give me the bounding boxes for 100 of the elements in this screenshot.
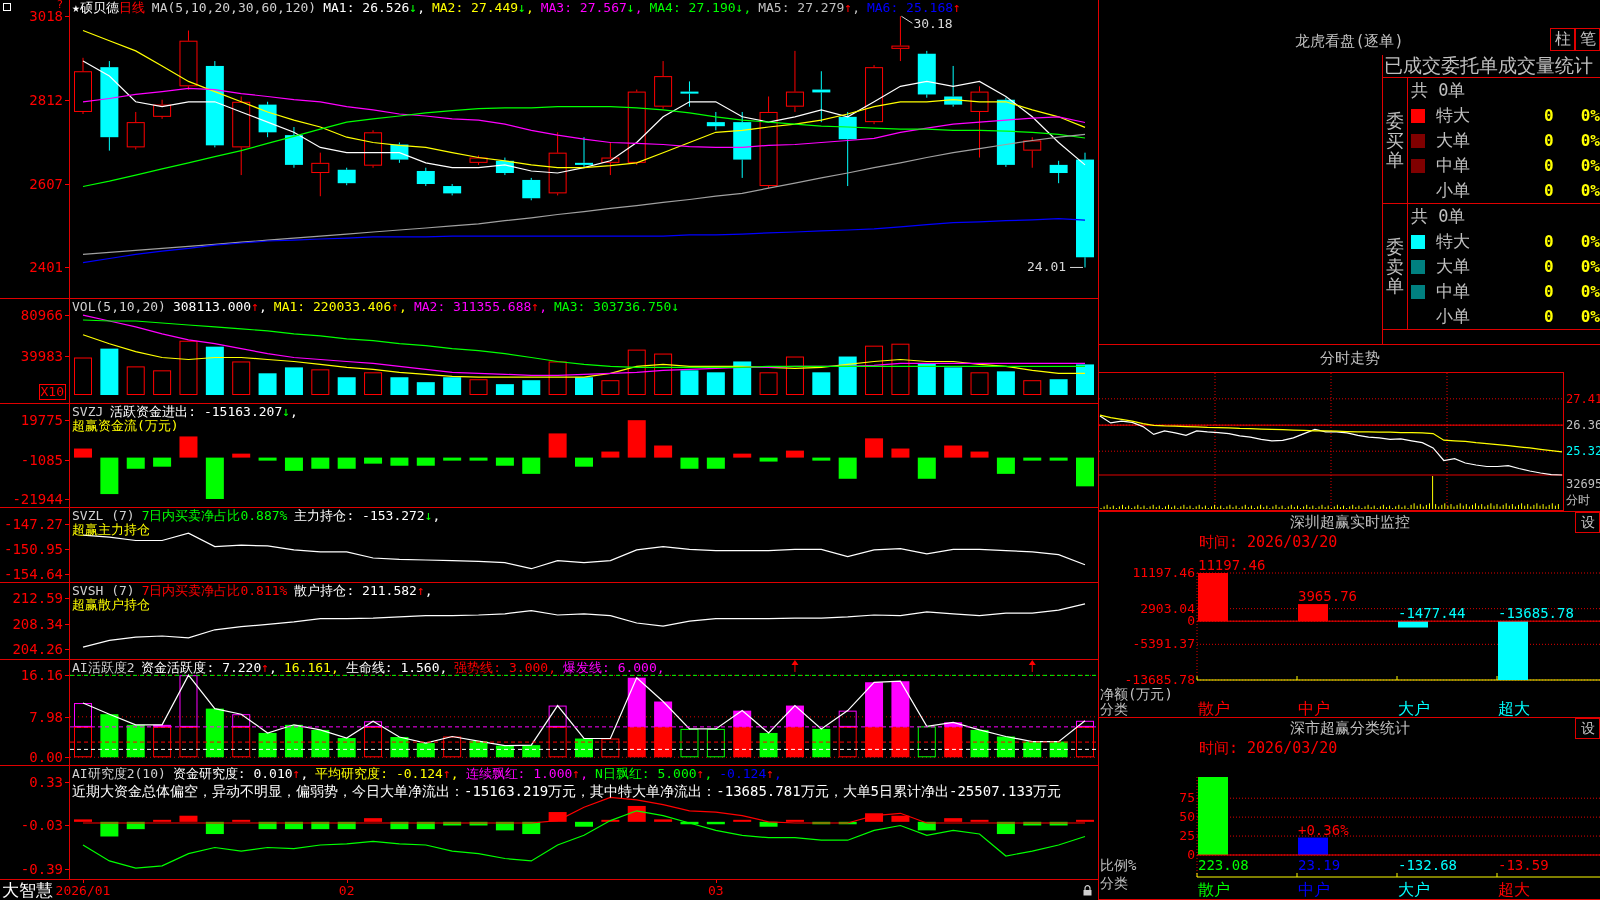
indicator-name: AI研究度2(10) (72, 766, 166, 781)
indicator-value: MA6: 25.168↑ (866, 0, 961, 15)
panel-title: 分时走势 (1318, 348, 1381, 369)
order-count: 0 (1544, 282, 1554, 301)
axis-tick-label: -0.03 (20, 818, 63, 833)
axis-tick-label: 3018 (29, 9, 63, 24)
indicator-value: MA5: 27.279↑, (758, 0, 860, 15)
order-total: 共 0单 (1411, 79, 1466, 102)
category-label: 大户 (1398, 701, 1430, 717)
summary-text: 近期大资金总体偏空，异动不明显，偏弱势，今日大单净流出：-15163.219万元，其中特大单净流出：-13685.781万元，大单5日累计净出-25507.133万元 (72, 782, 1062, 800)
indicator-value: MA3: 27.567↓, (540, 0, 643, 15)
brand-name: 大智慧 (2, 880, 53, 900)
axis-tick-label: 212.59 (12, 590, 63, 605)
stats-title: 已成交委托单成交量统计 (1383, 55, 1600, 78)
value-label: -13.59 (1498, 858, 1549, 872)
indicator-value: 资金活跃度: 7.220↑, (141, 660, 277, 675)
order-share: 0% (1580, 181, 1600, 200)
indicator-value: 平均研究度: -0.124↑, (315, 766, 459, 781)
axis-tick-label: -21944 (12, 492, 63, 507)
axis-tick-label: 208.34 (12, 617, 63, 631)
indicator-name: AI活跃度2 (72, 660, 135, 675)
axis-tick-label: -154.64 (4, 566, 63, 581)
order-size-label: 中单 (1436, 154, 1471, 177)
indicator-value: 7日内买卖净占比0.811% (141, 583, 288, 598)
y-axis-title: 净额(万元) (1100, 687, 1173, 701)
order-count: 0 (1544, 131, 1554, 150)
category-label: 超大 (1498, 882, 1530, 898)
panel-title: 龙虎看盘(逐单) (1295, 31, 1404, 51)
order-size-label: 中单 (1436, 280, 1471, 303)
value-label: 23.19 (1298, 858, 1341, 872)
date-label: 03 (708, 883, 724, 899)
indicator-subtitle: 超赢散户持仓 (72, 598, 150, 612)
indicator-subtitle: 超赢资金流(万元) (72, 419, 179, 433)
date-label: 02 (338, 883, 355, 899)
indicator-value: 资金研究度: 0.010↑, (172, 766, 309, 781)
order-share: 0% (1580, 257, 1600, 276)
indicator-value: 主力持仓: -153.272↓, (294, 508, 441, 523)
low-price-label: 24.01 (1027, 260, 1067, 275)
indicator-value: 生命线: 1.560, (345, 660, 448, 675)
axis-tick-label: -13685.78 (1124, 674, 1195, 686)
category-label: 超大 (1498, 701, 1530, 717)
indicator-value: 爆发线: 6.000, (563, 660, 665, 675)
stock-name: ★硕贝德 (72, 0, 119, 15)
high-price-label: 30.18 (913, 17, 953, 32)
change-label: +0.36% (1298, 822, 1349, 837)
indicator-value: 散户持仓: 211.582↑, (294, 583, 433, 598)
indicator-value: MA3: 303736.750↓ (554, 299, 680, 314)
order-count: 0 (1544, 257, 1554, 276)
order-count: 0 (1544, 181, 1554, 200)
value-label: 3965.76 (1298, 589, 1357, 604)
order-share: 0% (1580, 131, 1600, 150)
volume-unit: 分时 (1566, 492, 1591, 508)
indicator-value: MA1: 26.526↓, (323, 0, 425, 15)
order-size-label: 特大 (1436, 104, 1471, 127)
value-label: 11197.46 (1198, 558, 1266, 572)
order-size-label: 小单 (1436, 179, 1471, 202)
order-share: 0% (1580, 106, 1600, 125)
panel-title: 深市超赢分类统计 (1289, 719, 1410, 738)
indicator-value: MA1: 220033.406↑, (273, 299, 407, 314)
axis-tick-label: 204.26 (12, 642, 63, 657)
time-label: 时间: 2026/03/20 (1198, 739, 1339, 757)
axis-tick-label: 19775 (20, 413, 63, 428)
axis-tick-label: 2401 (29, 260, 63, 275)
category-label: 大户 (1398, 882, 1430, 898)
panel-title: 深圳超赢实时监控 (1289, 513, 1410, 532)
group-label: 委买单 (1386, 110, 1404, 171)
order-size-label: 特大 (1436, 230, 1471, 253)
axis-tick-label: 2903.04 (1140, 602, 1195, 615)
axis-tick-label: 75 (1179, 792, 1195, 805)
group-label: 委卖单 (1386, 236, 1404, 297)
scale-label: X10 (38, 384, 66, 400)
order-share: 0% (1580, 156, 1600, 175)
axis-tick-label: 25 (1179, 830, 1195, 843)
axis-tick-label: 50 (1179, 811, 1195, 824)
indicator-name: MA(5,10,20,30,60,120) (151, 0, 317, 15)
axis-tick-label: 16.16 (20, 668, 63, 683)
category-label: 散户 (1198, 701, 1230, 717)
indicator-value: 活跃资金进出: -15163.207↓, (110, 404, 298, 419)
y-axis-title: 比例% (1100, 858, 1137, 872)
indicator-name: VOL(5,10,20) (72, 299, 166, 314)
indicator-name: SVZL (7) (72, 508, 135, 523)
order-size-label: 小单 (1436, 305, 1471, 328)
category-label: 中户 (1298, 701, 1330, 717)
axis-tick-label: 11197.46 (1132, 567, 1195, 579)
value-label: -132.68 (1398, 858, 1457, 872)
axis-tick-label: 80966 (20, 308, 63, 323)
value-label: 223.08 (1198, 858, 1249, 872)
indicator-value: MA4: 27.190↓, (649, 0, 752, 15)
indicator-value: 7日内买卖净占比0.887% (141, 508, 288, 523)
order-size-label: 大单 (1436, 255, 1471, 278)
axis-tick-label: 39983 (20, 348, 63, 363)
indicator-name: SVSH (7) (72, 583, 135, 598)
corner-mark: ? (56, 0, 63, 9)
category-label: 中户 (1298, 882, 1330, 898)
category-label: 散户 (1198, 882, 1230, 898)
order-count: 0 (1544, 156, 1554, 175)
indicator-value: 连续飘红: 1.000↑, (465, 766, 588, 781)
indicator-name: SVZJ (72, 404, 104, 419)
x-axis-title: 分类 (1100, 876, 1128, 890)
axis-tick-label: -0.39 (20, 862, 63, 877)
